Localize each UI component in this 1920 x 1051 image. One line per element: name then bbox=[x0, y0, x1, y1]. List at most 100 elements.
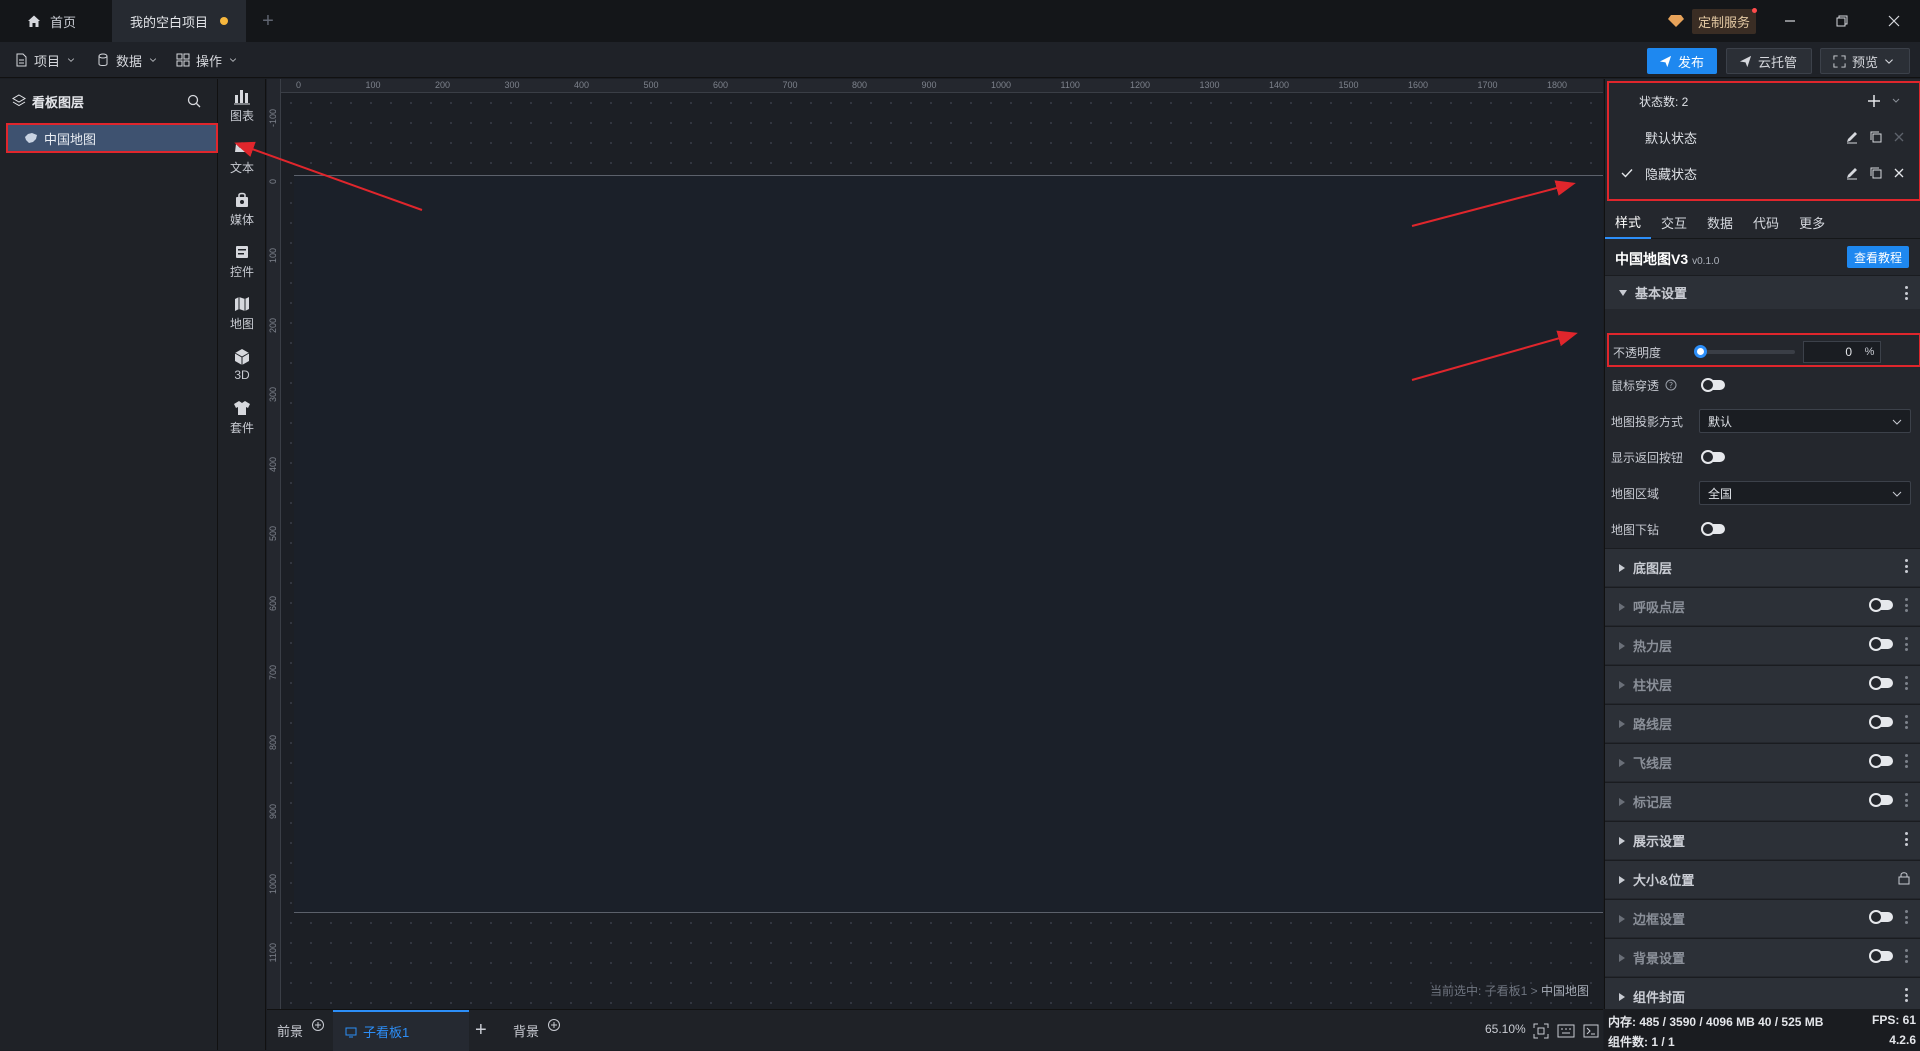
mouse-through-toggle[interactable] bbox=[1701, 378, 1725, 392]
zoom-level[interactable]: 65.10% bbox=[1485, 1022, 1526, 1036]
section-row[interactable]: 底图层 bbox=[1605, 548, 1920, 586]
tab-background[interactable]: 背景 bbox=[513, 1010, 561, 1051]
preview-button[interactable]: 预览 bbox=[1820, 48, 1910, 74]
state-row-default[interactable]: 默认状态 bbox=[1609, 119, 1919, 155]
canvas-area[interactable]: 0 100 200 300 400 500 600 700 800 900 1000 1100 1200… bbox=[267, 79, 1603, 1009]
back-button-toggle[interactable] bbox=[1701, 450, 1725, 464]
section-row[interactable]: 边框设置 bbox=[1605, 899, 1920, 937]
more-vertical-icon[interactable] bbox=[1905, 286, 1909, 300]
tab-subboard[interactable]: 子看板1 bbox=[333, 1010, 469, 1051]
tab-code[interactable]: 代码 bbox=[1743, 205, 1789, 239]
section-basic[interactable]: 基本设置 bbox=[1605, 275, 1920, 309]
section-row[interactable]: 展示设置 bbox=[1605, 821, 1920, 859]
component-control[interactable]: 控件 bbox=[218, 235, 266, 287]
component-text[interactable]: 文本 bbox=[218, 131, 266, 183]
section-toggle[interactable] bbox=[1869, 793, 1893, 807]
view-tutorial-button[interactable]: 查看教程 bbox=[1847, 246, 1909, 268]
state-row-hidden[interactable]: 隐藏状态 bbox=[1609, 155, 1919, 191]
add-board-button[interactable]: + bbox=[475, 1010, 487, 1051]
opacity-slider-track[interactable] bbox=[1699, 350, 1795, 354]
menu-project[interactable]: 项目 bbox=[14, 42, 76, 78]
component-chart[interactable]: 图表 bbox=[218, 79, 266, 131]
tab-data[interactable]: 数据 bbox=[1697, 205, 1743, 239]
fit-screen-icon[interactable] bbox=[1533, 1023, 1549, 1039]
keyboard-icon[interactable] bbox=[1557, 1024, 1575, 1038]
section-row[interactable]: 飞线层 bbox=[1605, 743, 1920, 781]
component-map[interactable]: 地图 bbox=[218, 287, 266, 339]
help-icon[interactable]: ? bbox=[1665, 379, 1677, 391]
tab-style[interactable]: 样式 bbox=[1605, 205, 1652, 239]
tab-project[interactable]: 我的空白项目 bbox=[112, 0, 246, 42]
more-vertical-icon[interactable] bbox=[1905, 988, 1909, 1002]
chevron-down-icon[interactable] bbox=[1891, 95, 1901, 105]
more-vertical-icon[interactable] bbox=[1905, 598, 1909, 612]
more-vertical-icon[interactable] bbox=[1905, 793, 1909, 807]
minimize-button[interactable] bbox=[1768, 0, 1812, 42]
caret-right-icon bbox=[1619, 914, 1625, 923]
lock-icon[interactable] bbox=[1897, 871, 1911, 885]
search-icon[interactable] bbox=[187, 94, 201, 108]
suite-shirt-icon bbox=[234, 400, 250, 415]
ruler-horizontal[interactable]: 0 100 200 300 400 500 600 700 800 900 1000 1100 1200… bbox=[267, 79, 1603, 93]
section-row[interactable]: 大小&位置 bbox=[1605, 860, 1920, 898]
opacity-input[interactable]: 0 bbox=[1803, 341, 1861, 363]
tab-home[interactable]: 首页 bbox=[16, 0, 116, 42]
copy-icon[interactable] bbox=[1869, 130, 1883, 144]
more-vertical-icon[interactable] bbox=[1905, 754, 1909, 768]
section-row[interactable]: 热力层 bbox=[1605, 626, 1920, 664]
section-toggle[interactable] bbox=[1869, 598, 1893, 612]
edit-icon[interactable] bbox=[1845, 130, 1859, 144]
ruler-vertical[interactable]: -100 0 100 200 300 400 500 600 700 800 900 1000 1100… bbox=[267, 79, 281, 1009]
component-media[interactable]: 媒体 bbox=[218, 183, 266, 235]
custom-service-button[interactable]: 定制服务 bbox=[1668, 7, 1758, 34]
drilldown-toggle[interactable] bbox=[1701, 522, 1725, 536]
ruler-tick-label: 1400 bbox=[1269, 80, 1290, 90]
layer-item-china-map[interactable]: 中国地图 bbox=[6, 123, 218, 153]
opacity-slider-handle[interactable] bbox=[1694, 345, 1707, 358]
section-row[interactable]: 柱状层 bbox=[1605, 665, 1920, 703]
section-row[interactable]: 背景设置 bbox=[1605, 938, 1920, 976]
more-vertical-icon[interactable] bbox=[1905, 832, 1909, 846]
projection-select[interactable]: 默认 bbox=[1699, 409, 1911, 433]
region-select[interactable]: 全国 bbox=[1699, 481, 1911, 505]
section-row[interactable]: 路线层 bbox=[1605, 704, 1920, 742]
section-toggle[interactable] bbox=[1869, 715, 1893, 729]
plus-circle-icon[interactable] bbox=[547, 1018, 561, 1032]
close-icon[interactable] bbox=[1893, 167, 1905, 179]
plus-circle-icon[interactable] bbox=[311, 1018, 325, 1032]
section-toggle[interactable] bbox=[1869, 676, 1893, 690]
state-count-label: 状态数: 2 bbox=[1639, 94, 1689, 109]
component-3d[interactable]: 3D bbox=[218, 339, 266, 391]
edit-icon[interactable] bbox=[1845, 166, 1859, 180]
close-window-button[interactable] bbox=[1872, 0, 1916, 42]
section-toggle[interactable] bbox=[1869, 637, 1893, 651]
section-row[interactable]: 标记层 bbox=[1605, 782, 1920, 820]
component-media-label: 媒体 bbox=[229, 212, 254, 227]
plus-icon[interactable] bbox=[1867, 94, 1881, 108]
more-vertical-icon[interactable] bbox=[1905, 559, 1909, 573]
publish-button[interactable]: 发布 bbox=[1647, 48, 1717, 74]
more-vertical-icon[interactable] bbox=[1905, 949, 1909, 963]
china-map-icon bbox=[25, 133, 37, 143]
more-vertical-icon[interactable] bbox=[1905, 637, 1909, 651]
terminal-icon[interactable] bbox=[1583, 1024, 1599, 1038]
cloud-host-button[interactable]: 云托管 bbox=[1726, 48, 1812, 74]
more-vertical-icon[interactable] bbox=[1905, 715, 1909, 729]
menu-data[interactable]: 数据 bbox=[96, 42, 158, 78]
add-tab-button[interactable]: + bbox=[256, 0, 280, 42]
section-toggle[interactable] bbox=[1869, 949, 1893, 963]
more-vertical-icon[interactable] bbox=[1905, 910, 1909, 924]
section-toggle[interactable] bbox=[1869, 910, 1893, 924]
sub-board[interactable] bbox=[294, 175, 1603, 913]
component-suite[interactable]: 套件 bbox=[218, 391, 266, 443]
section-row[interactable]: 呼吸点层 bbox=[1605, 587, 1920, 625]
more-vertical-icon[interactable] bbox=[1905, 676, 1909, 690]
close-icon[interactable] bbox=[1893, 131, 1905, 143]
tab-more[interactable]: 更多 bbox=[1789, 205, 1835, 239]
section-toggle[interactable] bbox=[1869, 754, 1893, 768]
copy-icon[interactable] bbox=[1869, 166, 1883, 180]
menu-operate[interactable]: 操作 bbox=[176, 42, 238, 78]
restore-button[interactable] bbox=[1820, 0, 1864, 42]
tab-foreground[interactable]: 前景 bbox=[277, 1010, 325, 1051]
tab-interaction[interactable]: 交互 bbox=[1651, 205, 1697, 239]
